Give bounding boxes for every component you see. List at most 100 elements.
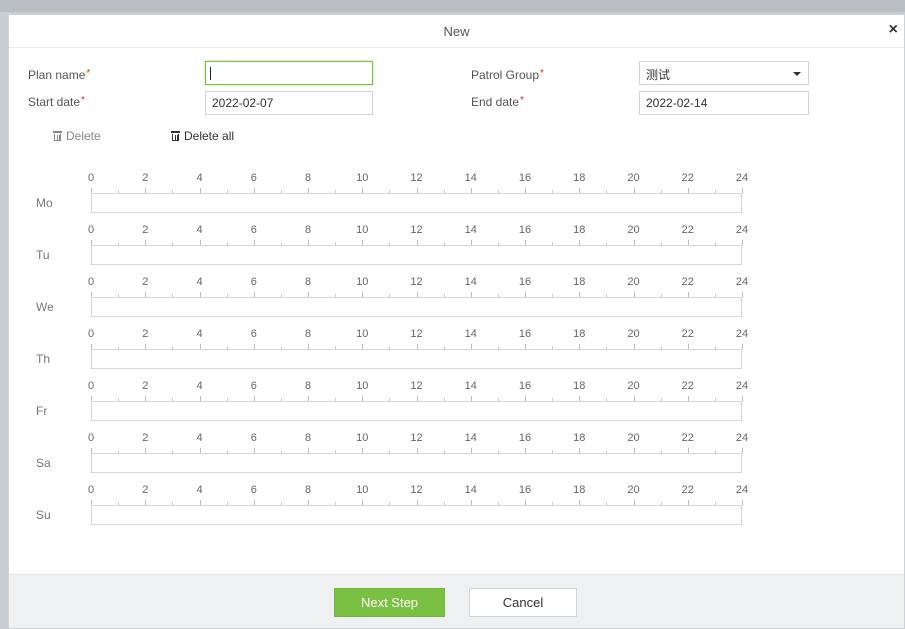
day-label: Su [36, 508, 51, 522]
hour-tick-label: 2 [142, 328, 149, 340]
hour-tick-label: 20 [627, 484, 640, 496]
hour-tick-label: 2 [142, 432, 149, 444]
plan-name-label: Plan name* [28, 68, 90, 82]
hour-tick-label: 22 [681, 484, 694, 496]
hour-tick-label: 6 [250, 484, 257, 496]
hour-tick-label: 14 [464, 328, 477, 340]
hour-tick-label: 4 [196, 328, 203, 340]
day-row: Sa 0 2 4 6 8 10 12 14 16 18 20 22 24 [9, 432, 904, 484]
hour-tick-label: 14 [464, 484, 477, 496]
day-label: Tu [36, 248, 50, 262]
hour-tick-label: 0 [87, 276, 95, 288]
background-strip [0, 0, 905, 12]
hour-tick-label: 20 [627, 224, 640, 236]
hour-tick-mark [742, 240, 743, 245]
hour-tick-label: 2 [142, 484, 149, 496]
patrol-group-value: 测试 [646, 68, 671, 82]
hour-tick-label: 16 [518, 224, 532, 236]
hour-tick-label: 18 [573, 484, 586, 496]
delete-button[interactable]: Delete [53, 129, 101, 143]
hour-tick-label: 0 [87, 224, 95, 236]
cancel-button[interactable]: Cancel [469, 588, 577, 617]
hour-tick-label: 12 [410, 172, 423, 184]
dialog-title-bar: New [9, 15, 904, 48]
hour-tick-label: 22 [681, 328, 694, 340]
hour-tick-label: 12 [410, 484, 423, 496]
hour-tick-label: 0 [87, 380, 95, 392]
hour-tick-label: 0 [87, 484, 95, 496]
patrol-group-label-text: Patrol Group [471, 68, 540, 82]
delete-all-label: Delete all [184, 129, 235, 143]
hour-tick-label: 16 [518, 380, 532, 392]
end-date-input[interactable]: 2022-02-14 [639, 91, 809, 115]
hour-tick-label: 14 [464, 172, 477, 184]
hour-tick-label: 24 [735, 276, 749, 288]
day-label: We [36, 300, 54, 314]
required-mark: * [540, 68, 544, 79]
hour-tick-label: 20 [627, 172, 640, 184]
hour-tick-label: 6 [250, 432, 257, 444]
hour-tick-label: 0 [87, 432, 95, 444]
day-row: Mo 0 2 4 6 8 10 12 14 16 18 20 22 24 [9, 172, 904, 224]
hour-tick-label: 2 [142, 380, 149, 392]
hour-tick-label: 18 [573, 380, 586, 392]
required-mark: * [81, 95, 85, 106]
hour-tick-label: 12 [410, 328, 423, 340]
day-row: We 0 2 4 6 8 10 12 14 16 18 20 22 24 [9, 276, 904, 328]
hour-tick-label: 6 [250, 380, 257, 392]
hour-tick-mark [742, 292, 743, 297]
hour-tick-label: 12 [410, 276, 423, 288]
day-time-track[interactable] [91, 193, 742, 213]
hour-scale: 0 2 4 6 8 10 12 14 16 18 20 22 24 [87, 432, 748, 454]
hour-tick-label: 20 [627, 380, 640, 392]
day-time-track[interactable] [91, 505, 742, 525]
delete-all-button[interactable]: Delete all [171, 129, 234, 143]
patrol-group-select[interactable]: 测试 [639, 61, 809, 85]
end-date-value: 2022-02-14 [646, 96, 708, 110]
hour-tick-label: 10 [356, 224, 369, 236]
day-time-track[interactable] [91, 245, 742, 265]
hour-tick-label: 6 [250, 172, 257, 184]
hour-tick-label: 24 [735, 380, 749, 392]
hour-tick-label: 10 [356, 172, 369, 184]
chevron-down-icon [793, 72, 801, 76]
hour-tick-label: 14 [464, 224, 477, 236]
plan-name-input[interactable] [205, 61, 373, 85]
day-time-track[interactable] [91, 401, 742, 421]
hour-tick-label: 24 [735, 172, 749, 184]
hour-tick-mark [742, 500, 743, 505]
day-time-track[interactable] [91, 349, 742, 369]
required-mark: * [520, 95, 524, 106]
hour-scale: 0 2 4 6 8 10 12 14 16 18 20 22 24 [88, 328, 748, 350]
patrol-group-label: Patrol Group* [471, 68, 544, 82]
hour-tick-label: 14 [464, 380, 477, 392]
hour-tick-label: 24 [735, 432, 749, 444]
day-label: Mo [36, 196, 53, 210]
hour-tick-label: 4 [196, 380, 203, 392]
hour-tick-label: 4 [196, 172, 203, 184]
hour-tick-label: 22 [681, 224, 694, 236]
hour-tick-label: 8 [304, 224, 312, 236]
hour-tick-label: 24 [735, 224, 749, 236]
close-icon[interactable]: × [889, 20, 898, 40]
start-date-label: Start date* [28, 95, 85, 109]
start-date-input[interactable]: 2022-02-07 [205, 91, 373, 115]
day-row: Fr 0 2 4 6 8 10 12 14 16 18 20 22 24 [9, 380, 904, 432]
hour-tick-label: 10 [356, 328, 369, 340]
hour-tick-label: 2 [142, 276, 149, 288]
hour-tick-label: 4 [196, 224, 203, 236]
hour-scale: 0 2 4 6 8 10 12 14 16 18 20 22 24 [87, 276, 748, 298]
day-time-track[interactable] [91, 297, 742, 317]
hour-tick-label: 6 [250, 328, 257, 340]
next-step-button[interactable]: Next Step [334, 588, 445, 617]
day-row: Tu 0 2 4 6 8 10 12 14 16 18 20 22 24 [9, 224, 904, 276]
dialog-title: New [443, 24, 470, 39]
day-row: Su 0 2 4 6 8 10 12 14 16 18 20 22 24 [9, 484, 904, 536]
hour-tick-label: 8 [304, 328, 312, 340]
text-caret [210, 67, 211, 80]
dialog-footer: Next Step Cancel [9, 574, 904, 628]
hour-tick-label: 22 [681, 276, 694, 288]
hour-tick-label: 18 [573, 432, 586, 444]
day-time-track[interactable] [91, 453, 742, 473]
start-date-label-text: Start date [28, 95, 81, 109]
